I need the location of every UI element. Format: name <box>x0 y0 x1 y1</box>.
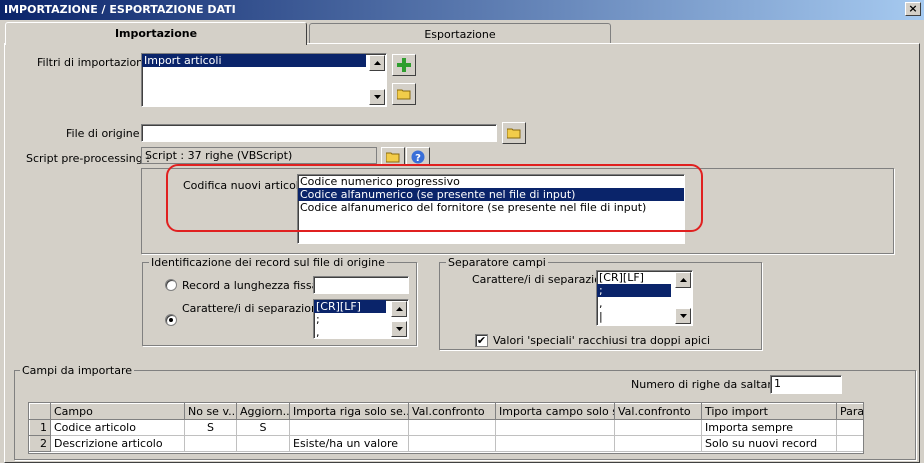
import-filters-list[interactable]: Import articoli <box>141 53 387 107</box>
column-header[interactable]: Tipo import <box>701 403 837 420</box>
fixed-length-input[interactable] <box>313 276 409 294</box>
table-cell[interactable]: S <box>184 419 237 436</box>
tab-esportazione-label: Esportazione <box>424 28 496 41</box>
table-cell[interactable] <box>289 419 409 436</box>
table-cell[interactable]: Codice articolo <box>50 419 185 436</box>
scroll-up-button[interactable] <box>391 301 407 317</box>
scroll-up-button[interactable] <box>369 55 385 71</box>
tab-importazione[interactable]: Importazione <box>5 22 307 45</box>
window-titlebar: IMPORTAZIONE / ESPORTAZIONE DATI <box>0 0 924 20</box>
table-cell[interactable] <box>614 435 702 452</box>
row-number: 2 <box>29 435 51 452</box>
fixed-length-radio[interactable] <box>165 279 177 291</box>
record-ident-title: Identificazione dei record sul file di o… <box>149 256 387 269</box>
table-cell[interactable] <box>408 435 496 452</box>
table-cell[interactable]: Solo su nuovi record <box>701 435 837 452</box>
scroll-down-icon <box>679 314 687 318</box>
help-icon: ? <box>411 150 425 164</box>
table-cell[interactable]: Esiste/ha un valore <box>289 435 409 452</box>
check-icon: ✔ <box>476 334 487 347</box>
row-number: 1 <box>29 419 51 436</box>
column-header[interactable]: Para <box>836 403 863 420</box>
scroll-up-icon <box>679 278 687 282</box>
script-display: Script : 37 righe (VBScript) <box>141 147 377 164</box>
scroll-down-button[interactable] <box>369 89 385 105</box>
separator-radio-label: Carattere/i di separazione <box>182 302 325 315</box>
folder-icon <box>397 89 411 100</box>
scroll-down-button[interactable] <box>675 308 691 324</box>
source-file-input[interactable] <box>141 124 497 142</box>
column-header[interactable]: Campo <box>50 403 185 420</box>
field-separator-label: Carattere/i di separazione <box>472 273 615 286</box>
skip-rows-label: Numero di righe da saltare : <box>631 378 786 391</box>
record-separator-list[interactable]: [CR][LF] ; , <box>313 299 409 339</box>
add-filter-button[interactable] <box>392 54 416 76</box>
fixed-length-label: Record a lunghezza fissa <box>182 279 319 292</box>
scroll-down-icon <box>373 95 381 99</box>
table-cell[interactable] <box>408 419 496 436</box>
tab-importazione-label: Importazione <box>114 27 198 40</box>
table-cell[interactable] <box>184 435 237 452</box>
folder-icon <box>507 128 521 139</box>
field-separator-title: Separatore campi <box>446 256 548 269</box>
scroll-up-icon <box>395 307 403 311</box>
list-item[interactable]: [CR][LF] <box>314 300 386 313</box>
quoted-values-label: Valori 'speciali' racchiusi tra doppi ap… <box>493 334 711 347</box>
fields-grid[interactable]: Campo No se v... Aggiorn... Importa riga… <box>28 402 864 454</box>
browse-source-file-button[interactable] <box>502 122 526 144</box>
table-cell[interactable] <box>236 435 290 452</box>
table-cell[interactable]: Descrizione articolo <box>50 435 185 452</box>
scroll-down-button[interactable] <box>391 321 407 337</box>
import-filters-label: Filtri di importazione : <box>37 56 158 69</box>
separator-radio[interactable] <box>165 314 177 326</box>
add-icon <box>397 58 411 72</box>
table-cell[interactable]: Importa sempre <box>701 419 837 436</box>
table-row[interactable]: 1 Codice articolo S S Importa sempre <box>29 419 863 436</box>
close-icon: × <box>908 2 918 15</box>
highlight-annotation <box>166 164 703 232</box>
table-cell[interactable] <box>495 419 615 436</box>
grid-header-row: Campo No se v... Aggiorn... Importa riga… <box>29 403 863 420</box>
grid-corner <box>29 403 51 420</box>
table-cell[interactable] <box>614 419 702 436</box>
table-row[interactable]: 2 Descrizione articolo Esiste/ha un valo… <box>29 435 863 452</box>
column-header[interactable]: Val.confronto <box>614 403 702 420</box>
quoted-values-checkbox[interactable]: ✔ <box>475 334 488 347</box>
column-header[interactable]: Importa riga solo se... <box>289 403 409 420</box>
column-header[interactable]: Aggiorn... <box>236 403 290 420</box>
scroll-up-button[interactable] <box>675 272 691 288</box>
table-cell[interactable] <box>836 435 863 452</box>
tab-esportazione[interactable]: Esportazione <box>309 23 611 44</box>
source-file-label: File di origine : <box>66 127 147 140</box>
scroll-down-icon <box>395 327 403 331</box>
script-value: Script : 37 righe (VBScript) <box>145 149 293 162</box>
scroll-up-icon <box>373 61 381 65</box>
skip-rows-value: 1 <box>774 377 781 390</box>
script-label: Script pre-processing : <box>26 152 150 165</box>
column-header[interactable]: Importa campo solo s... <box>495 403 615 420</box>
list-item[interactable]: ; <box>597 284 671 297</box>
column-header[interactable]: No se v... <box>184 403 237 420</box>
svg-text:?: ? <box>415 153 421 164</box>
table-cell[interactable] <box>836 419 863 436</box>
list-item[interactable]: Import articoli <box>142 54 366 67</box>
open-filter-button[interactable] <box>392 83 416 105</box>
field-separator-list[interactable]: [CR][LF] ; , | <box>596 270 693 326</box>
skip-rows-input[interactable]: 1 <box>770 375 842 394</box>
close-button[interactable]: × <box>905 2 921 16</box>
folder-icon <box>386 152 400 162</box>
table-cell[interactable] <box>495 435 615 452</box>
window-title: IMPORTAZIONE / ESPORTAZIONE DATI <box>4 3 236 16</box>
fields-title: Campi da importare <box>20 364 134 377</box>
table-cell[interactable]: S <box>236 419 290 436</box>
column-header[interactable]: Val.confronto <box>408 403 496 420</box>
